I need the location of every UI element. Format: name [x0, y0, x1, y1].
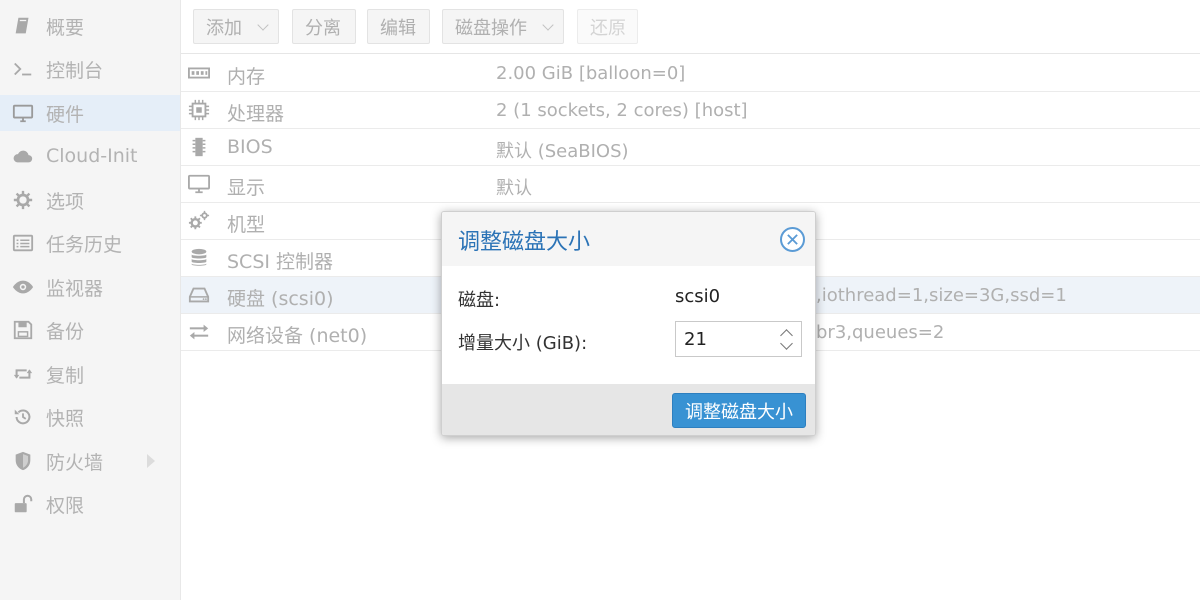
dialog-header: 调整磁盘大小 — [442, 212, 815, 266]
hardware-row-name: SCSI 控制器 — [227, 251, 334, 273]
sidebar-item-snapshot[interactable]: 快照 — [0, 399, 180, 435]
unlock-icon — [0, 493, 46, 515]
sidebar-item-label: 复制 — [46, 364, 85, 387]
revert-button-label: 还原 — [590, 17, 626, 39]
desktop-icon — [185, 172, 213, 196]
exchange-icon — [185, 320, 213, 344]
hardware-row-memory[interactable]: 内存 2.00 GiB [balloon=0] — [181, 55, 1200, 92]
shield-icon — [0, 450, 46, 472]
sidebar-item-firewall[interactable]: 防火墙 — [0, 443, 180, 479]
sidebar-item-label: 选项 — [46, 190, 85, 213]
hardware-row-name: 机型 — [227, 214, 266, 236]
hardware-row-name: 网络设备 (net0) — [227, 325, 368, 347]
terminal-icon — [0, 58, 46, 80]
cogs-icon — [185, 209, 213, 233]
detach-button-label: 分离 — [305, 17, 341, 39]
disk-value: scsi0 — [675, 286, 721, 307]
sidebar-item-label: 概要 — [46, 16, 85, 39]
dialog-footer: 调整磁盘大小 — [442, 384, 815, 435]
resize-disk-button-label: 调整磁盘大小 — [685, 401, 793, 423]
sidebar-item-hardware[interactable]: 硬件 — [0, 95, 180, 131]
increment-label: 增量大小 (GiB): — [458, 333, 588, 354]
hardware-row-value: 2 (1 sockets, 2 cores) [host] — [496, 100, 748, 121]
sidebar-item-label: 备份 — [46, 320, 85, 343]
sidebar-item-label: 硬件 — [46, 103, 85, 126]
edit-button-label: 编辑 — [380, 17, 416, 39]
chevron-down-icon — [257, 19, 269, 31]
sidebar-item-label: 控制台 — [46, 59, 104, 82]
hardware-row-value: 2.00 GiB [balloon=0] — [496, 63, 686, 84]
sidebar-item-backup[interactable]: 备份 — [0, 312, 180, 348]
monitor-icon — [0, 102, 46, 124]
chip-icon — [185, 135, 213, 159]
detach-button[interactable]: 分离 — [292, 9, 356, 44]
eye-icon — [0, 276, 46, 298]
sidebar-item-label: 防火墙 — [46, 451, 104, 474]
book-icon — [0, 15, 46, 37]
increment-size-stepper[interactable] — [675, 321, 802, 357]
hardware-row-name: 硬盘 (scsi0) — [227, 288, 334, 310]
hardware-row-value: br3,queues=2 — [816, 322, 945, 343]
sidebar-item-permissions[interactable]: 权限 — [0, 486, 180, 522]
expand-arrow-icon[interactable] — [147, 454, 155, 468]
close-icon[interactable] — [780, 227, 805, 252]
sidebar-item-label: 权限 — [46, 494, 85, 517]
sidebar-item-options[interactable]: 选项 — [0, 182, 180, 218]
hardware-row-name: 内存 — [227, 66, 266, 88]
list-icon — [0, 232, 46, 254]
hardware-row-bios[interactable]: BIOS 默认 (SeaBIOS) — [181, 129, 1200, 166]
hdd-icon — [185, 283, 213, 307]
sidebar-item-monitor[interactable]: 监视器 — [0, 269, 180, 305]
disk-label: 磁盘: — [458, 290, 501, 311]
spinner-down-icon[interactable] — [780, 337, 793, 350]
sidebar-item-console[interactable]: 控制台 — [0, 51, 180, 87]
sidebar-item-label: 任务历史 — [46, 233, 123, 256]
edit-button[interactable]: 编辑 — [367, 9, 430, 44]
cloud-icon — [0, 145, 46, 167]
sidebar-item-label: Cloud-Init — [46, 145, 138, 167]
toolbar: 添加 分离 编辑 磁盘操作 还原 — [181, 0, 1200, 54]
sidebar-item-task-history[interactable]: 任务历史 — [0, 225, 180, 261]
dialog-title: 调整磁盘大小 — [458, 230, 591, 255]
resize-disk-dialog: 调整磁盘大小 磁盘: scsi0 增量大小 (GiB): 调整磁盘大小 — [441, 211, 816, 436]
hardware-row-display[interactable]: 显示 默认 — [181, 166, 1200, 203]
hardware-row-name: BIOS — [227, 136, 273, 158]
gear-icon — [0, 189, 46, 211]
hardware-row-value: ,iothread=1,size=3G,ssd=1 — [816, 285, 1067, 306]
revert-button[interactable]: 还原 — [577, 9, 638, 44]
hardware-row-name: 显示 — [227, 177, 266, 199]
chevron-down-icon — [542, 19, 554, 31]
add-button[interactable]: 添加 — [193, 9, 279, 44]
sidebar-item-label: 监视器 — [46, 277, 104, 300]
resize-disk-button[interactable]: 调整磁盘大小 — [672, 393, 806, 428]
hardware-row-processor[interactable]: 处理器 2 (1 sockets, 2 cores) [host] — [181, 92, 1200, 129]
history-icon — [0, 406, 46, 428]
sidebar-item-cloud-init[interactable]: Cloud-Init — [0, 138, 180, 174]
memory-icon — [185, 61, 213, 85]
retweet-icon — [0, 363, 46, 385]
sidebar: 概要 控制台 硬件 Cloud-Init 选项 任务历史 监视器 备份 复制 快… — [0, 0, 181, 600]
floppy-icon — [0, 319, 46, 341]
sidebar-item-replication[interactable]: 复制 — [0, 356, 180, 392]
hardware-row-value: 默认 — [496, 178, 532, 199]
sidebar-item-label: 快照 — [46, 407, 85, 430]
hardware-row-value: 默认 (SeaBIOS) — [496, 141, 629, 162]
database-icon — [185, 246, 213, 270]
hardware-row-name: 处理器 — [227, 103, 285, 125]
increment-size-input[interactable] — [684, 328, 764, 350]
add-button-label: 添加 — [206, 17, 242, 39]
disk-action-button[interactable]: 磁盘操作 — [442, 9, 564, 44]
disk-action-button-label: 磁盘操作 — [455, 17, 527, 39]
sidebar-item-summary[interactable]: 概要 — [0, 8, 180, 44]
cpu-icon — [185, 98, 213, 122]
